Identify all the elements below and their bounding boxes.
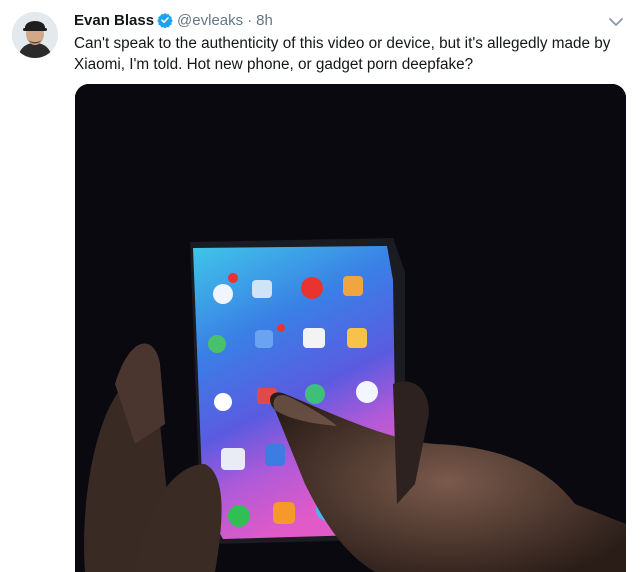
tweet-text: Can't speak to the authenticity of this … [74,33,626,75]
tweet-timestamp[interactable]: 8h [256,12,273,29]
verified-badge-icon [157,13,173,28]
separator-dot: · [247,11,253,29]
avatar[interactable] [12,12,58,58]
avatar-image [12,12,58,58]
tweet-video[interactable] [75,84,626,572]
tweet-text-line: Can't speak to the authenticity of this … [74,35,611,52]
tweet-text-line: Xiaomi, I'm told. Hot new phone, or gadg… [74,56,474,73]
author-name[interactable]: Evan Blass [74,12,154,29]
author-handle[interactable]: @evleaks [177,12,243,29]
tweet: Evan Blass @evleaks · 8h Can't speak to … [0,0,640,572]
tweet-header: Evan Blass @evleaks · 8h [74,10,273,30]
chevron-down-icon[interactable] [606,12,626,32]
video-frame [75,84,626,572]
